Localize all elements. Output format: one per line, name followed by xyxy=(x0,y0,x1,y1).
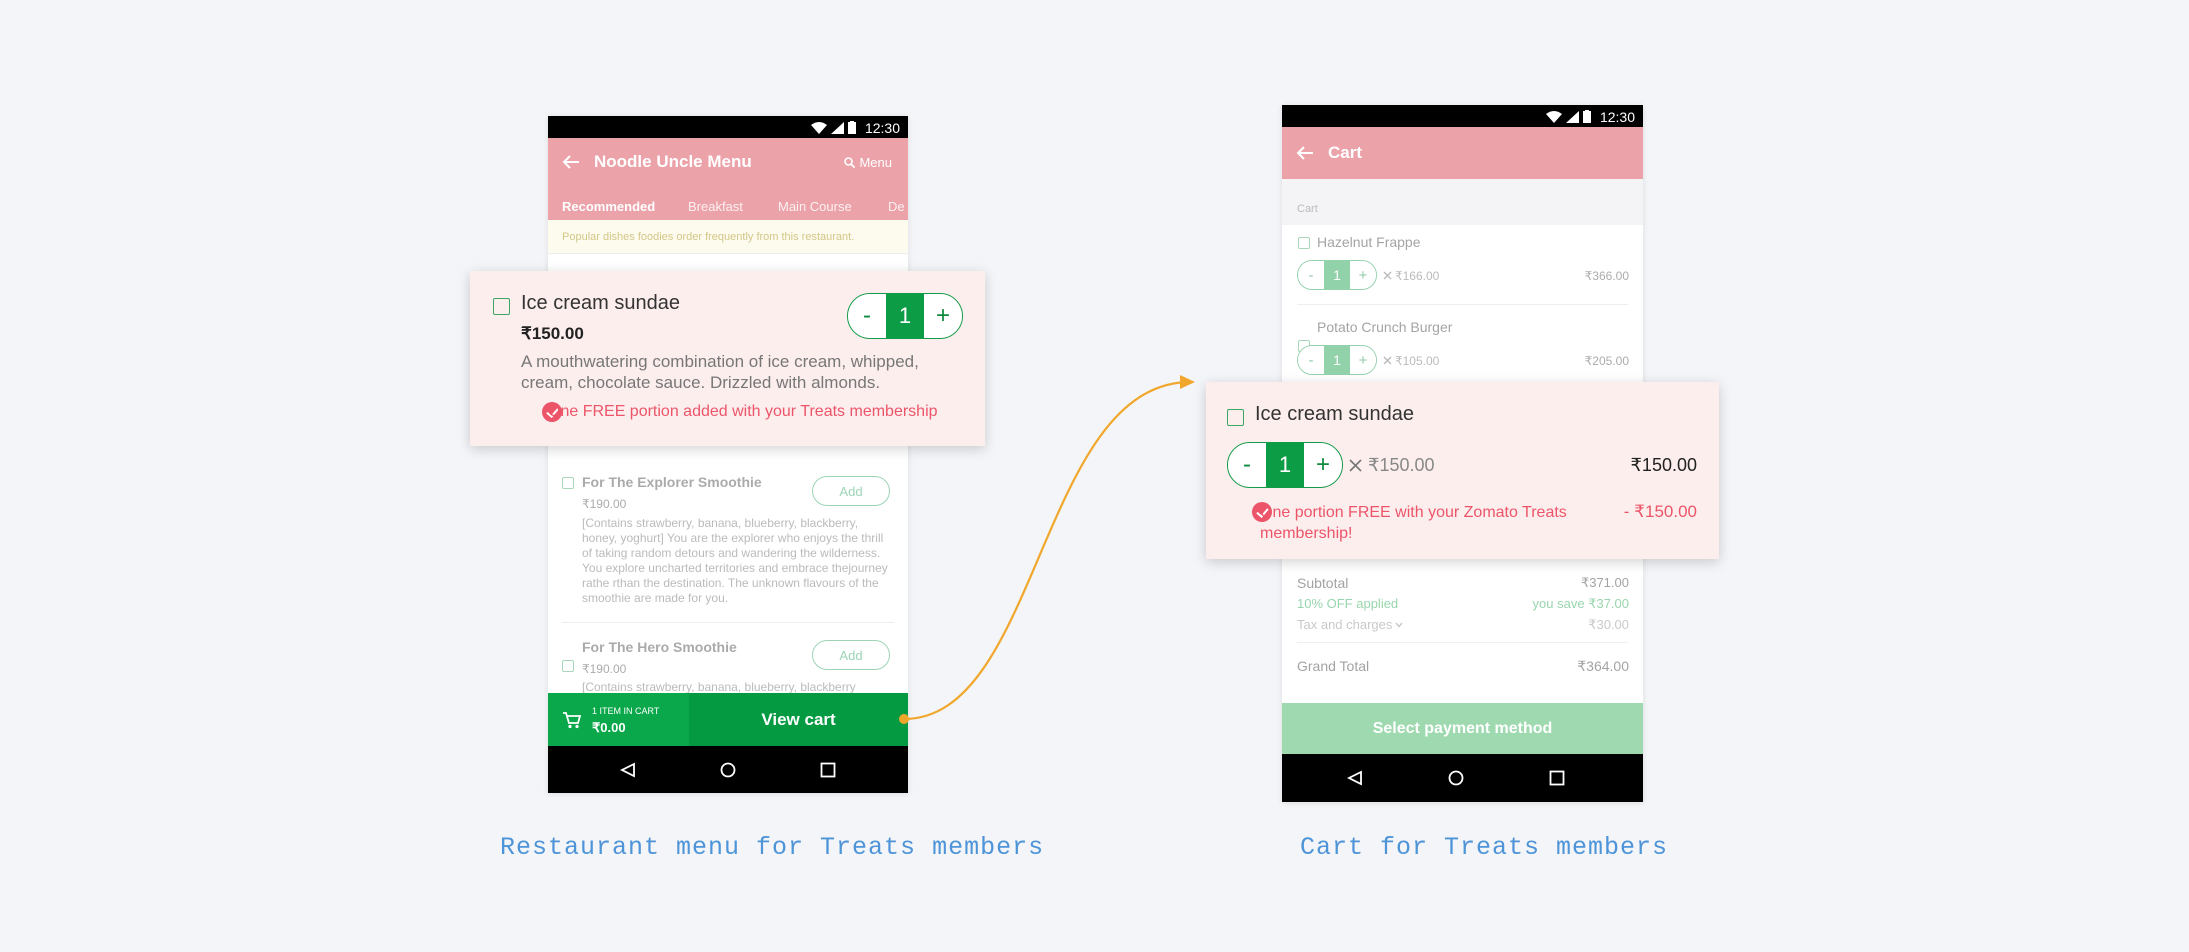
tax-value: ₹30.00 xyxy=(1588,617,1629,632)
tab-main-course[interactable]: Main Course xyxy=(778,199,852,214)
caption-cart: Cart for Treats members xyxy=(1300,833,1669,862)
flow-arrow xyxy=(899,375,1195,724)
divider xyxy=(562,622,894,623)
veg-icon xyxy=(1227,409,1244,426)
cart-item-name: Hazelnut Frappe xyxy=(1317,234,1421,250)
nav-recents-icon[interactable] xyxy=(820,762,836,777)
grand-total-label: Grand Total xyxy=(1297,658,1370,674)
cart-item: Hazelnut Frappe - 1 + ₹166.00 ₹366.00 xyxy=(1282,105,1643,290)
select-payment-label: Select payment method xyxy=(1372,719,1553,737)
quantity-value: 1 xyxy=(886,294,924,338)
subtotal-value: ₹371.00 xyxy=(1580,575,1629,590)
quantity-stepper[interactable]: - 1 + xyxy=(1297,345,1377,375)
increase-button[interactable]: + xyxy=(1350,261,1376,289)
nav-back-icon[interactable] xyxy=(1347,770,1363,786)
view-cart-label: View cart xyxy=(761,709,836,729)
back-arrow-icon[interactable] xyxy=(1296,145,1314,161)
menu-item-name: For The Explorer Smoothie xyxy=(582,474,762,490)
popup-item-name: Ice cream sundae xyxy=(521,292,680,314)
times-icon xyxy=(1383,271,1392,280)
quantity-value: 1 xyxy=(1266,443,1304,487)
menu-item-description: [Contains strawberry, banana, blueberry,… xyxy=(582,516,888,605)
decrease-button[interactable]: - xyxy=(1298,261,1324,289)
cart-summary-bar[interactable]: 1 ITEM IN CART ₹0.00 xyxy=(548,693,689,746)
decrease-button[interactable]: - xyxy=(1298,346,1324,374)
android-nav-bar xyxy=(1282,754,1643,802)
menu-item-price: ₹190.00 xyxy=(582,497,627,511)
popup-item-price: ₹150.00 xyxy=(521,324,584,343)
cart-item-total: ₹205.00 xyxy=(1584,354,1629,368)
cart-item-name: Potato Crunch Burger xyxy=(1317,319,1453,335)
view-cart-button[interactable]: View cart xyxy=(689,693,908,746)
quantity-stepper[interactable]: - 1 + xyxy=(1227,442,1343,488)
veg-icon xyxy=(493,298,510,315)
nav-home-icon[interactable] xyxy=(720,762,736,778)
veg-icon xyxy=(562,660,574,672)
nav-back-icon[interactable] xyxy=(620,762,636,778)
add-button[interactable]: Add xyxy=(812,640,890,670)
search-icon xyxy=(844,157,856,168)
divider xyxy=(1297,304,1628,305)
cart-title: Cart xyxy=(1328,143,1363,162)
decrease-button[interactable]: - xyxy=(848,294,886,338)
popup-unit-price: ₹150.00 xyxy=(1368,455,1435,475)
cart-item-unit-price: ₹166.00 xyxy=(1395,269,1440,283)
popup-discount: - ₹150.00 xyxy=(1623,502,1697,521)
grand-total-value: ₹364.00 xyxy=(1577,658,1629,674)
nav-home-icon[interactable] xyxy=(1448,770,1464,786)
menu-title: Noodle Uncle Menu xyxy=(594,152,752,171)
cart-item-popup: Ice cream sundae - 1 + ₹150.00 ₹150.00 O… xyxy=(1206,382,1719,559)
tax-label: Tax and charges xyxy=(1297,617,1393,632)
search-button[interactable]: Menu xyxy=(844,155,892,170)
cart-total: ₹0.00 xyxy=(592,720,626,735)
cart-items-count: 1 ITEM IN CART xyxy=(592,706,660,716)
divider xyxy=(1297,642,1628,643)
decrease-button[interactable]: - xyxy=(1228,443,1266,487)
back-arrow-icon[interactable] xyxy=(562,154,580,170)
nav-recents-icon[interactable] xyxy=(1549,770,1565,786)
cart-section-label: Cart xyxy=(1297,203,1318,215)
quantity-stepper[interactable]: - 1 + xyxy=(1297,260,1377,290)
chevron-down-icon xyxy=(1395,622,1403,628)
quantity-value: 1 xyxy=(1324,346,1350,374)
quantity-value: 1 xyxy=(1324,261,1350,289)
menu-tabs: Recommended Breakfast Main Course De xyxy=(548,190,908,225)
popular-banner: Popular dishes foodies order frequently … xyxy=(548,220,908,254)
tab-recommended[interactable]: Recommended xyxy=(562,199,655,214)
times-icon xyxy=(1349,459,1362,472)
cart-item-unit-price: ₹105.00 xyxy=(1395,354,1440,368)
increase-button[interactable]: + xyxy=(1350,346,1376,374)
cart-section-header: Cart xyxy=(1282,179,1643,225)
menu-phone: 12:30 Noodle Uncle Menu Menu Recommended… xyxy=(548,116,908,793)
tax-toggle[interactable]: Tax and charges xyxy=(1297,617,1403,632)
times-icon xyxy=(1383,356,1392,365)
caption-menu: Restaurant menu for Treats members xyxy=(500,833,1045,862)
discount-label: 10% OFF applied xyxy=(1297,596,1399,611)
veg-icon xyxy=(1298,237,1310,249)
popular-banner-text: Popular dishes foodies order frequently … xyxy=(562,231,855,243)
increase-button[interactable]: + xyxy=(924,294,962,338)
popup-item-name: Ice cream sundae xyxy=(1255,403,1414,425)
popup-free-note: One portion FREE with your Zomato Treats… xyxy=(1260,504,1567,542)
menu-item-name: For The Hero Smoothie xyxy=(582,639,737,655)
subtotal-label: Subtotal xyxy=(1297,575,1349,591)
add-button[interactable]: Add xyxy=(812,476,890,506)
tab-desserts[interactable]: De xyxy=(888,199,905,214)
menu-item-price: ₹190.00 xyxy=(582,662,627,676)
cart-item: Potato Crunch Burger - 1 + ₹105.00 ₹205.… xyxy=(1282,123,1643,375)
search-label: Menu xyxy=(859,155,892,170)
cart-icon xyxy=(563,712,582,729)
discount-value: you save ₹37.00 xyxy=(1532,596,1629,611)
menu-item: For The Hero Smoothie ₹190.00 [Contains … xyxy=(548,134,908,694)
tab-breakfast[interactable]: Breakfast xyxy=(688,199,743,214)
popup-free-note: One FREE portion added with your Treats … xyxy=(548,403,938,420)
menu-item: For The Explorer Smoothie ₹190.00 [Conta… xyxy=(548,116,908,605)
cart-item-total: ₹366.00 xyxy=(1584,269,1629,283)
select-payment-button[interactable]: Select payment method xyxy=(1282,703,1643,754)
popup-line-total: ₹150.00 xyxy=(1630,455,1697,475)
increase-button[interactable]: + xyxy=(1304,443,1342,487)
veg-icon xyxy=(562,477,574,489)
quantity-stepper[interactable]: - 1 + xyxy=(847,293,963,339)
android-nav-bar xyxy=(548,746,908,793)
